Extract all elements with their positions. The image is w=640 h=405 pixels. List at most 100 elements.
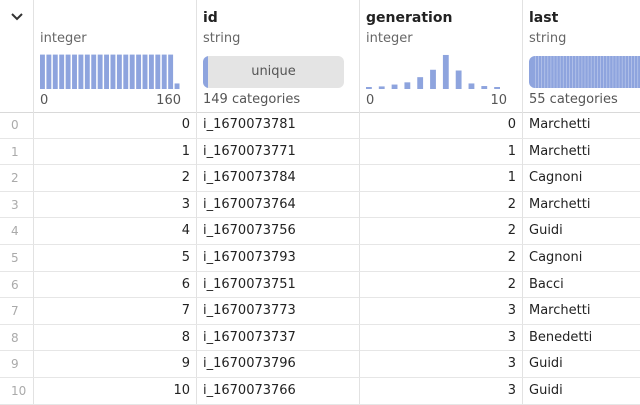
cell-id[interactable]: i_1670073751 xyxy=(197,271,360,298)
cell-generation[interactable]: 2 xyxy=(360,191,523,218)
category-segment xyxy=(597,56,598,88)
category-segment xyxy=(578,56,580,88)
cell-generation[interactable]: 1 xyxy=(360,138,523,165)
column-header-id[interactable]: id string unique 149 categories xyxy=(197,0,360,112)
histogram-bar xyxy=(442,54,449,89)
histogram-bar xyxy=(404,82,411,89)
table-row[interactable]: 7 7 i_1670073773 3 Marchetti xyxy=(0,298,640,325)
unique-label: unique xyxy=(251,64,296,79)
histogram-bar xyxy=(378,86,385,89)
histogram-bar xyxy=(116,54,122,89)
histogram-bar xyxy=(168,54,174,89)
category-segment xyxy=(587,56,589,88)
cell-generation[interactable]: 0 xyxy=(360,112,523,138)
column-header-index[interactable]: integer 0 160 xyxy=(34,0,197,112)
histogram-index xyxy=(40,54,180,89)
table-row[interactable]: 6 6 i_1670073751 2 Bacci xyxy=(0,271,640,299)
row-number[interactable]: 9 xyxy=(0,351,34,378)
category-segment xyxy=(559,56,561,88)
column-name: id xyxy=(203,10,218,26)
cell-last[interactable]: Guidi xyxy=(523,378,640,404)
histogram-bar xyxy=(104,54,109,89)
row-number[interactable]: 6 xyxy=(0,271,34,298)
cell-index[interactable]: 5 xyxy=(34,244,197,271)
cell-last[interactable]: Benedetti xyxy=(523,325,640,351)
table-row[interactable]: 1 1 i_1670073771 1 Marchetti xyxy=(0,138,640,166)
cell-id[interactable]: i_1670073756 xyxy=(197,218,360,245)
table-row[interactable]: 5 5 i_1670073793 2 Cagnoni xyxy=(0,244,640,272)
chevron-down-icon[interactable] xyxy=(9,9,25,25)
cell-last[interactable]: Marchetti xyxy=(523,192,640,218)
cell-index[interactable]: 2 xyxy=(34,165,197,192)
cell-index[interactable]: 4 xyxy=(34,218,197,245)
category-segment xyxy=(615,56,617,88)
cell-id[interactable]: i_1670073773 xyxy=(197,298,360,325)
category-segment xyxy=(590,56,592,88)
cell-last[interactable]: Marchetti xyxy=(523,139,640,165)
cell-last[interactable]: Guidi xyxy=(523,351,640,377)
cell-generation[interactable]: 3 xyxy=(360,351,523,378)
histogram-bar xyxy=(52,54,58,89)
row-index-header[interactable] xyxy=(0,0,34,112)
histogram-bar xyxy=(430,69,436,89)
cell-index[interactable]: 6 xyxy=(34,271,197,298)
histogram-bar xyxy=(468,83,475,89)
histogram-bar xyxy=(46,54,52,89)
cell-generation[interactable]: 3 xyxy=(360,298,523,325)
cell-id[interactable]: i_1670073793 xyxy=(197,244,360,271)
row-number[interactable]: 10 xyxy=(0,377,34,404)
cell-generation[interactable]: 3 xyxy=(360,377,523,404)
cell-id[interactable]: i_1670073771 xyxy=(197,138,360,165)
cell-id[interactable]: i_1670073766 xyxy=(197,377,360,404)
cell-index[interactable]: 10 xyxy=(34,377,197,404)
cell-index[interactable]: 0 xyxy=(34,112,197,138)
cell-generation[interactable]: 2 xyxy=(360,271,523,298)
cell-generation[interactable]: 2 xyxy=(360,218,523,245)
row-number[interactable]: 1 xyxy=(0,138,34,165)
cell-index[interactable]: 1 xyxy=(34,138,197,165)
row-number[interactable]: 0 xyxy=(0,112,34,138)
table-row[interactable]: 10 10 i_1670073766 3 Guidi xyxy=(0,377,640,405)
cell-id[interactable]: i_1670073781 xyxy=(197,112,360,138)
table-row[interactable]: 3 3 i_1670073764 2 Marchetti xyxy=(0,191,640,219)
cell-index[interactable]: 7 xyxy=(34,298,197,325)
cell-generation[interactable]: 3 xyxy=(360,324,523,351)
cell-id[interactable]: i_1670073737 xyxy=(197,324,360,351)
cell-last[interactable]: Guidi xyxy=(523,218,640,244)
cell-index[interactable]: 9 xyxy=(34,351,197,378)
cell-last[interactable]: Marchetti xyxy=(523,112,640,138)
column-header-generation[interactable]: generation integer 0 10 xyxy=(360,0,523,112)
cell-id[interactable]: i_1670073764 xyxy=(197,191,360,218)
category-segment xyxy=(544,56,546,88)
row-number[interactable]: 8 xyxy=(0,324,34,351)
column-max: 160 xyxy=(156,93,181,108)
cell-index[interactable]: 8 xyxy=(34,324,197,351)
histogram-bar xyxy=(123,54,129,89)
category-segment xyxy=(628,56,629,88)
row-number[interactable]: 4 xyxy=(0,218,34,245)
data-grid: integer 0 160 id string unique 149 categ… xyxy=(0,0,640,405)
grid-header: integer 0 160 id string unique 149 categ… xyxy=(0,0,640,113)
table-row[interactable]: 8 8 i_1670073737 3 Benedetti xyxy=(0,324,640,352)
cell-id[interactable]: i_1670073796 xyxy=(197,351,360,378)
cell-last[interactable]: Cagnoni xyxy=(523,165,640,191)
cell-generation[interactable]: 2 xyxy=(360,244,523,271)
cell-index[interactable]: 3 xyxy=(34,191,197,218)
row-number[interactable]: 3 xyxy=(0,191,34,218)
table-row[interactable]: 4 4 i_1670073756 2 Guidi xyxy=(0,218,640,245)
column-type: integer xyxy=(366,31,413,46)
row-number[interactable]: 2 xyxy=(0,165,34,192)
cell-id[interactable]: i_1670073784 xyxy=(197,165,360,192)
column-header-last[interactable]: last string 55 categories xyxy=(523,0,640,112)
row-number[interactable]: 5 xyxy=(0,244,34,271)
table-row[interactable]: 9 9 i_1670073796 3 Guidi xyxy=(0,351,640,378)
row-number[interactable]: 7 xyxy=(0,298,34,325)
table-row[interactable]: 0 0 i_1670073781 0 Marchetti xyxy=(0,112,640,139)
cell-last[interactable]: Cagnoni xyxy=(523,245,640,271)
cell-generation[interactable]: 1 xyxy=(360,165,523,192)
cell-last[interactable]: Marchetti xyxy=(523,298,640,324)
table-row[interactable]: 2 2 i_1670073784 1 Cagnoni xyxy=(0,165,640,192)
cell-last[interactable]: Bacci xyxy=(523,272,640,298)
column-categories: 149 categories xyxy=(203,92,301,107)
histogram-bar xyxy=(59,54,65,89)
